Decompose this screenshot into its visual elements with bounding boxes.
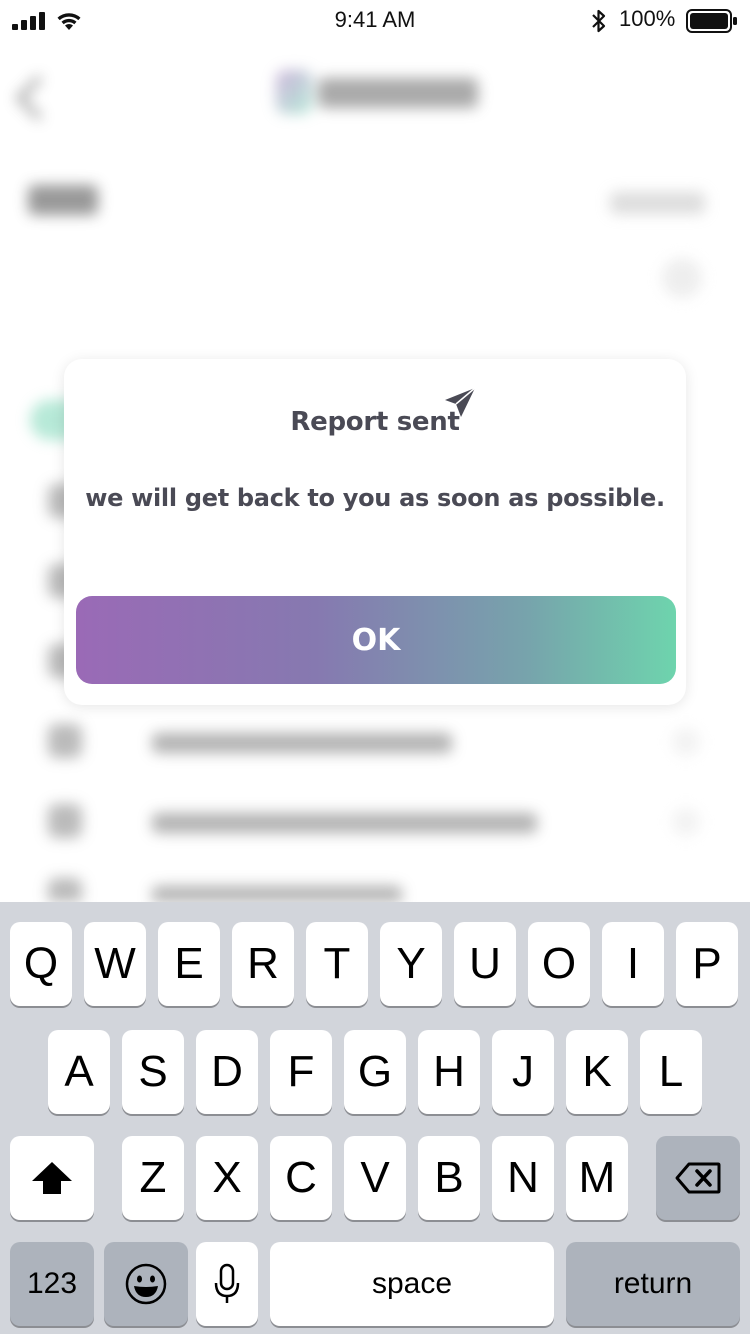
- shift-icon: [32, 1162, 72, 1194]
- ok-button[interactable]: OK: [76, 596, 676, 684]
- key-a[interactable]: A: [48, 1030, 110, 1114]
- status-bar: 9:41 AM 100%: [0, 0, 750, 40]
- numbers-key[interactable]: 123: [10, 1242, 94, 1326]
- row-icon: [48, 804, 82, 838]
- key-e[interactable]: E: [158, 922, 220, 1006]
- row-dot: [672, 808, 700, 836]
- battery-icon: [686, 9, 737, 33]
- key-x[interactable]: X: [196, 1136, 258, 1220]
- keyboard: Q W E R T Y U O I P A S D F G H J K L Z …: [0, 902, 750, 1334]
- key-t[interactable]: T: [306, 922, 368, 1006]
- backspace-icon: [675, 1162, 721, 1194]
- row-text-placeholder: [152, 886, 402, 902]
- emoji-key[interactable]: [104, 1242, 188, 1326]
- row-dot: [672, 728, 700, 756]
- section-heading-placeholder: [28, 185, 98, 215]
- key-w[interactable]: W: [84, 922, 146, 1006]
- row-icon: [48, 724, 82, 758]
- battery-percent: 100%: [619, 6, 676, 31]
- key-k[interactable]: K: [566, 1030, 628, 1114]
- key-g[interactable]: G: [344, 1030, 406, 1114]
- key-o[interactable]: O: [528, 922, 590, 1006]
- back-chevron-icon: [15, 75, 61, 121]
- key-s[interactable]: S: [122, 1030, 184, 1114]
- app-title-placeholder: [318, 78, 478, 108]
- paper-plane-icon: [445, 387, 476, 417]
- dialog-title: Report sent: [290, 407, 460, 437]
- key-q[interactable]: Q: [10, 922, 72, 1006]
- microphone-icon: [214, 1263, 240, 1303]
- row-text-placeholder: [152, 813, 537, 833]
- row-icon: [48, 878, 82, 902]
- key-i[interactable]: I: [602, 922, 664, 1006]
- key-u[interactable]: U: [454, 922, 516, 1006]
- key-v[interactable]: V: [344, 1136, 406, 1220]
- circle-placeholder: [662, 258, 702, 298]
- space-key[interactable]: space: [270, 1242, 554, 1326]
- key-c[interactable]: C: [270, 1136, 332, 1220]
- key-h[interactable]: H: [418, 1030, 480, 1114]
- shift-key[interactable]: [10, 1136, 94, 1220]
- key-r[interactable]: R: [232, 922, 294, 1006]
- key-m[interactable]: M: [566, 1136, 628, 1220]
- key-p[interactable]: P: [676, 922, 738, 1006]
- backspace-key[interactable]: [656, 1136, 740, 1220]
- key-y[interactable]: Y: [380, 922, 442, 1006]
- return-key[interactable]: return: [566, 1242, 740, 1326]
- key-d[interactable]: D: [196, 1030, 258, 1114]
- header-action-placeholder: [610, 192, 705, 214]
- key-z[interactable]: Z: [122, 1136, 184, 1220]
- report-sent-dialog: Report sent we will get back to you as s…: [64, 359, 686, 705]
- bluetooth-icon: [592, 9, 606, 33]
- key-f[interactable]: F: [270, 1030, 332, 1114]
- key-l[interactable]: L: [640, 1030, 702, 1114]
- dialog-message: we will get back to you as soon as possi…: [85, 484, 665, 512]
- key-j[interactable]: J: [492, 1030, 554, 1114]
- dialog-header: Report sent: [64, 387, 686, 447]
- app-logo: [276, 70, 312, 114]
- row-text-placeholder: [152, 733, 452, 753]
- dictation-key[interactable]: [196, 1242, 258, 1326]
- key-b[interactable]: B: [418, 1136, 480, 1220]
- emoji-icon: [125, 1263, 167, 1305]
- key-n[interactable]: N: [492, 1136, 554, 1220]
